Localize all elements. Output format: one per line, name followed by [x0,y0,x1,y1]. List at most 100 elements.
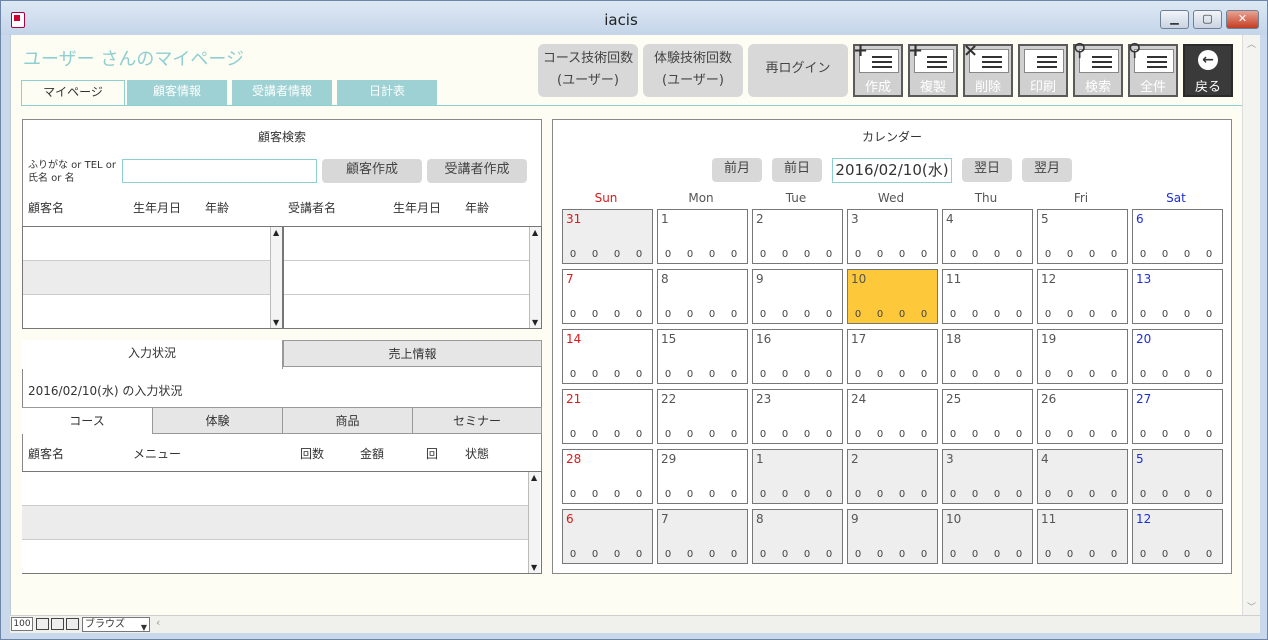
list-item[interactable] [22,540,528,574]
student-list-scrollbar[interactable]: ▲ ▼ [529,227,541,328]
calendar-day-cell[interactable]: 9 0 0 0 0 [752,269,843,324]
scroll-left-icon[interactable]: ‹ [156,616,160,629]
calendar-day-cell[interactable]: 18 0 0 0 0 [942,329,1033,384]
scroll-down-icon[interactable]: ﹀ [1247,600,1256,613]
input-status-list[interactable]: ▲ ▼ [22,471,542,574]
list-item[interactable] [284,295,541,329]
calendar-day-cell[interactable]: 31 0 0 0 0 [562,209,653,264]
tab-customer-info[interactable]: 顧客情報 [127,80,227,105]
list-item[interactable] [22,506,528,540]
list-item[interactable] [284,261,541,295]
prev-day-button[interactable]: 前日 [772,158,822,182]
calendar-day-cell[interactable]: 4 0 0 0 0 [942,209,1033,264]
calendar-day-cell[interactable]: 6 0 0 0 0 [1132,209,1223,264]
close-button[interactable]: ✕ [1226,10,1259,29]
scroll-up-icon[interactable]: ▲ [273,228,279,237]
tab-sales-info[interactable]: 売上情報 [283,340,542,367]
list-item[interactable] [23,227,282,261]
calendar-day-cell[interactable]: 1 0 0 0 0 [657,209,748,264]
prev-month-button[interactable]: 前月 [712,158,762,182]
segment-product[interactable]: 商品 [282,407,413,434]
customer-list-scrollbar[interactable]: ▲ ▼ [270,227,282,328]
delete-button[interactable]: × 削除 [963,40,1013,97]
calendar-day-cell[interactable]: 25 0 0 0 0 [942,389,1033,444]
mode-select[interactable]: ブラウズ ▼ [82,617,150,632]
back-button[interactable]: ← 戻る [1183,44,1233,97]
calendar-day-cell[interactable]: 24 0 0 0 0 [847,389,938,444]
scroll-up-icon[interactable]: ▲ [532,228,538,237]
calendar-day-cell[interactable]: 19 0 0 0 0 [1037,329,1128,384]
calendar-day-cell[interactable]: 13 0 0 0 0 [1132,269,1223,324]
trial-tech-count-button[interactable]: 体験技術回数 (ユーザー) [643,44,743,97]
calendar-day-cell[interactable]: 10 0 0 0 0 [847,269,938,324]
calendar-day-cell[interactable]: 7 0 0 0 0 [562,269,653,324]
next-day-button[interactable]: 翌日 [962,158,1012,182]
tab-input-status[interactable]: 入力状況 [22,340,283,369]
segment-seminar[interactable]: セミナー [412,407,542,434]
segment-trial[interactable]: 体験 [152,407,283,434]
student-list[interactable]: ▲ ▼ [283,226,542,329]
next-month-button[interactable]: 翌月 [1022,158,1072,182]
calendar-day-cell[interactable]: 28 0 0 0 0 [562,449,653,504]
calendar-day-cell[interactable]: 16 0 0 0 0 [752,329,843,384]
create-button[interactable]: + 作成 [853,40,903,97]
search-button[interactable]: ⚲ 検索 [1073,40,1123,97]
calendar-day-cell[interactable]: 8 0 0 0 0 [657,269,748,324]
show-all-button[interactable]: ⚲ 全件 [1128,40,1178,97]
calendar-day-cell[interactable]: 5 0 0 0 0 [1132,449,1223,504]
calendar-day-cell[interactable]: 10 0 0 0 0 [942,509,1033,564]
create-customer-button[interactable]: 顧客作成 [322,159,422,183]
calendar-day-cell[interactable]: 2 0 0 0 0 [752,209,843,264]
calendar-day-cell[interactable]: 3 0 0 0 0 [847,209,938,264]
input-status-scrollbar[interactable]: ▲ ▼ [528,472,540,573]
calendar-day-cell[interactable]: 1 0 0 0 0 [752,449,843,504]
calendar-day-cell[interactable]: 29 0 0 0 0 [657,449,748,504]
calendar-day-cell[interactable]: 2 0 0 0 0 [847,449,938,504]
list-item[interactable] [22,472,528,506]
duplicate-button[interactable]: + 複製 [908,40,958,97]
calendar-day-cell[interactable]: 11 0 0 0 0 [1037,509,1128,564]
minimize-button[interactable]: ▁ [1160,10,1189,29]
scroll-down-icon[interactable]: ▼ [532,318,538,327]
calendar-day-cell[interactable]: 17 0 0 0 0 [847,329,938,384]
calendar-day-cell[interactable]: 8 0 0 0 0 [752,509,843,564]
scroll-down-icon[interactable]: ▼ [273,318,279,327]
tab-student-info[interactable]: 受講者情報 [232,80,332,105]
zoom-out-icon[interactable] [36,618,49,630]
calendar-day-cell[interactable]: 27 0 0 0 0 [1132,389,1223,444]
calendar-day-cell[interactable]: 23 0 0 0 0 [752,389,843,444]
calendar-day-cell[interactable]: 9 0 0 0 0 [847,509,938,564]
maximize-button[interactable]: ▢ [1193,10,1222,29]
list-item[interactable] [23,295,282,329]
scroll-up-icon[interactable]: ▲ [531,473,537,482]
scroll-up-icon[interactable]: ︿ [1247,37,1256,50]
calendar-day-cell[interactable]: 12 0 0 0 0 [1037,269,1128,324]
calendar-day-cell[interactable]: 22 0 0 0 0 [657,389,748,444]
calendar-day-cell[interactable]: 14 0 0 0 0 [562,329,653,384]
relogin-button[interactable]: 再ログイン [748,44,848,97]
segment-course[interactable]: コース [22,407,153,434]
calendar-day-cell[interactable]: 20 0 0 0 0 [1132,329,1223,384]
calendar-day-cell[interactable]: 6 0 0 0 0 [562,509,653,564]
calendar-day-cell[interactable]: 5 0 0 0 0 [1037,209,1128,264]
print-button[interactable]: 印刷 [1018,44,1068,97]
zoom-in-icon[interactable] [51,618,64,630]
calendar-day-cell[interactable]: 21 0 0 0 0 [562,389,653,444]
window-vertical-scrollbar[interactable]: ︿ ﹀ [1242,35,1260,615]
layout-icon[interactable] [66,618,79,630]
list-item[interactable] [23,261,282,295]
calendar-day-cell[interactable]: 7 0 0 0 0 [657,509,748,564]
current-date-field[interactable]: 2016/02/10(水) [832,158,952,183]
calendar-day-cell[interactable]: 12 0 0 0 0 [1132,509,1223,564]
calendar-day-cell[interactable]: 3 0 0 0 0 [942,449,1033,504]
customer-search-input[interactable] [122,159,317,183]
scroll-down-icon[interactable]: ▼ [531,563,537,572]
tab-mypage[interactable]: マイページ [21,80,125,106]
course-tech-count-button[interactable]: コース技術回数 (ユーザー) [538,44,638,97]
calendar-day-cell[interactable]: 4 0 0 0 0 [1037,449,1128,504]
zoom-level[interactable]: 100 [11,617,33,631]
calendar-day-cell[interactable]: 11 0 0 0 0 [942,269,1033,324]
tab-daily-report[interactable]: 日計表 [337,80,437,105]
list-item[interactable] [284,227,541,261]
calendar-day-cell[interactable]: 15 0 0 0 0 [657,329,748,384]
